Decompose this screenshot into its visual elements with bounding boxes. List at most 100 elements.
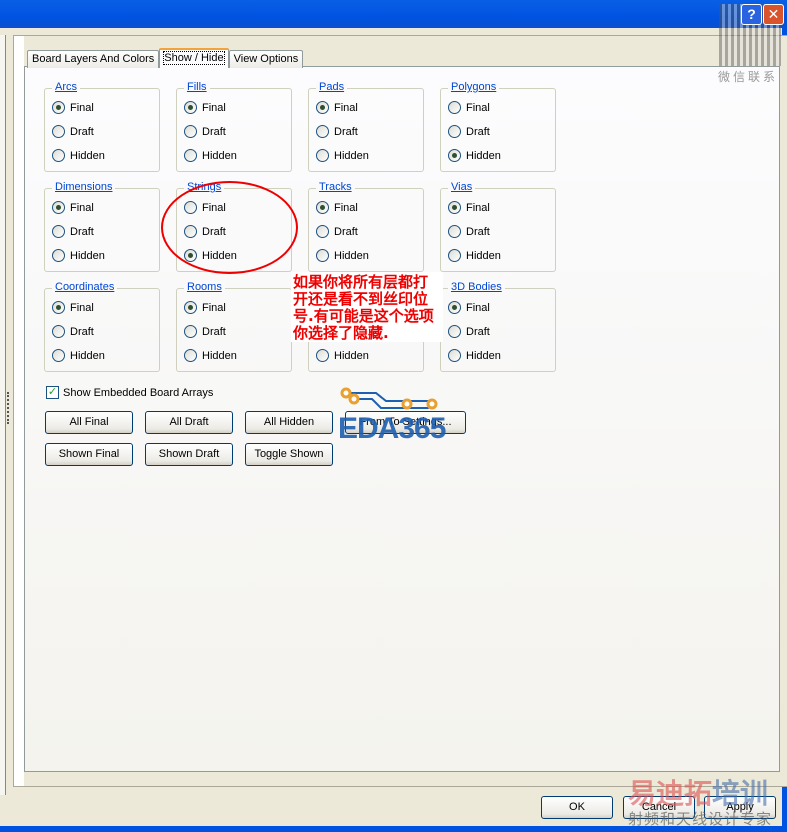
radio-draft[interactable]: Draft bbox=[448, 125, 490, 138]
radio-label: Hidden bbox=[202, 149, 237, 162]
radio-hidden[interactable]: Hidden bbox=[52, 149, 105, 162]
ok-button[interactable]: OK bbox=[541, 796, 613, 819]
radio-label: Hidden bbox=[466, 149, 501, 162]
radio-circle-icon[interactable] bbox=[52, 301, 65, 314]
radio-final[interactable]: Final bbox=[316, 201, 358, 214]
tab-board-layers[interactable]: Board Layers And Colors bbox=[27, 50, 160, 68]
radio-hidden[interactable]: Hidden bbox=[316, 249, 369, 262]
radio-label: Final bbox=[334, 101, 358, 114]
radio-circle-icon[interactable] bbox=[316, 101, 329, 114]
radio-circle-icon[interactable] bbox=[184, 349, 197, 362]
radio-final[interactable]: Final bbox=[448, 201, 490, 214]
radio-circle-icon[interactable] bbox=[448, 325, 461, 338]
shown-final-button[interactable]: Shown Final bbox=[45, 443, 133, 466]
radio-circle-icon[interactable] bbox=[448, 225, 461, 238]
radio-circle-icon[interactable] bbox=[316, 225, 329, 238]
group-title: Vias bbox=[448, 181, 476, 193]
radio-circle-icon[interactable] bbox=[184, 149, 197, 162]
radio-final[interactable]: Final bbox=[52, 301, 94, 314]
radio-final[interactable]: Final bbox=[448, 101, 490, 114]
radio-label: Final bbox=[466, 101, 490, 114]
radio-circle-icon[interactable] bbox=[52, 201, 65, 214]
splitter-grip[interactable] bbox=[7, 392, 10, 424]
radio-circle-icon[interactable] bbox=[52, 249, 65, 262]
radio-label: Draft bbox=[70, 125, 94, 138]
radio-circle-icon[interactable] bbox=[448, 249, 461, 262]
radio-circle-icon[interactable] bbox=[52, 225, 65, 238]
group-polygons: Polygons Final Draft Hidden bbox=[440, 81, 556, 172]
radio-final[interactable]: Final bbox=[52, 201, 94, 214]
radio-circle-icon[interactable] bbox=[184, 125, 197, 138]
brand-text-2: 培训 bbox=[712, 778, 769, 809]
radio-draft[interactable]: Draft bbox=[316, 125, 358, 138]
show-embedded-arrays-checkbox[interactable]: ✓ Show Embedded Board Arrays bbox=[46, 386, 213, 399]
radio-label: Draft bbox=[466, 125, 490, 138]
group-arcs: Arcs Final Draft Hidden bbox=[44, 81, 160, 172]
red-highlight-ellipse bbox=[161, 181, 298, 274]
radio-draft[interactable]: Draft bbox=[316, 225, 358, 238]
radio-final[interactable]: Final bbox=[52, 101, 94, 114]
all-final-button[interactable]: All Final bbox=[45, 411, 133, 434]
radio-circle-icon[interactable] bbox=[448, 101, 461, 114]
radio-hidden[interactable]: Hidden bbox=[316, 149, 369, 162]
radio-label: Final bbox=[466, 201, 490, 214]
close-button[interactable]: ✕ bbox=[763, 4, 784, 25]
radio-circle-icon[interactable] bbox=[52, 349, 65, 362]
toggle-shown-button[interactable]: Toggle Shown bbox=[245, 443, 333, 466]
group-title: Dimensions bbox=[52, 181, 116, 193]
radio-hidden[interactable]: Hidden bbox=[448, 249, 501, 262]
group-coordinates: Coordinates Final Draft Hidden bbox=[44, 281, 160, 372]
annotation-text: 如果你将所有层都打开还是看不到丝印位号.有可能是这个选项你选择了隐藏. bbox=[291, 272, 443, 342]
radio-circle-icon[interactable] bbox=[316, 349, 329, 362]
radio-final[interactable]: Final bbox=[448, 301, 490, 314]
radio-circle-icon[interactable] bbox=[448, 125, 461, 138]
radio-hidden[interactable]: Hidden bbox=[448, 349, 501, 362]
radio-hidden[interactable]: Hidden bbox=[52, 349, 105, 362]
radio-draft[interactable]: Draft bbox=[184, 325, 226, 338]
radio-circle-icon[interactable] bbox=[184, 301, 197, 314]
radio-label: Hidden bbox=[334, 249, 369, 262]
radio-final[interactable]: Final bbox=[184, 301, 226, 314]
all-draft-button[interactable]: All Draft bbox=[145, 411, 233, 434]
radio-draft[interactable]: Draft bbox=[448, 325, 490, 338]
radio-draft[interactable]: Draft bbox=[52, 225, 94, 238]
radio-circle-icon[interactable] bbox=[316, 249, 329, 262]
radio-draft[interactable]: Draft bbox=[52, 325, 94, 338]
radio-circle-icon[interactable] bbox=[184, 101, 197, 114]
tab-show-hide[interactable]: Show / Hide bbox=[159, 48, 229, 68]
radio-draft[interactable]: Draft bbox=[448, 225, 490, 238]
radio-hidden[interactable]: Hidden bbox=[316, 349, 369, 362]
radio-circle-icon[interactable] bbox=[448, 349, 461, 362]
radio-hidden[interactable]: Hidden bbox=[448, 149, 501, 162]
group-title: Fills bbox=[184, 81, 210, 93]
radio-circle-icon[interactable] bbox=[448, 201, 461, 214]
radio-label: Hidden bbox=[466, 349, 501, 362]
radio-final[interactable]: Final bbox=[184, 101, 226, 114]
all-hidden-button[interactable]: All Hidden bbox=[245, 411, 333, 434]
radio-circle-icon[interactable] bbox=[52, 101, 65, 114]
radio-circle-icon[interactable] bbox=[316, 125, 329, 138]
radio-circle-icon[interactable] bbox=[52, 125, 65, 138]
radio-label: Final bbox=[202, 101, 226, 114]
tab-view-options[interactable]: View Options bbox=[228, 50, 304, 68]
radio-draft[interactable]: Draft bbox=[184, 125, 226, 138]
radio-circle-icon[interactable] bbox=[316, 149, 329, 162]
radio-circle-icon[interactable] bbox=[52, 149, 65, 162]
radio-circle-icon[interactable] bbox=[184, 325, 197, 338]
radio-circle-icon[interactable] bbox=[52, 325, 65, 338]
shown-draft-button[interactable]: Shown Draft bbox=[145, 443, 233, 466]
radio-hidden[interactable]: Hidden bbox=[184, 149, 237, 162]
radio-final[interactable]: Final bbox=[316, 101, 358, 114]
radio-label: Hidden bbox=[70, 249, 105, 262]
help-button[interactable]: ? bbox=[741, 4, 762, 25]
radio-hidden[interactable]: Hidden bbox=[52, 249, 105, 262]
radio-hidden[interactable]: Hidden bbox=[184, 349, 237, 362]
tab-label: Show / Hide bbox=[163, 51, 225, 65]
group-title: Rooms bbox=[184, 281, 225, 293]
radio-circle-icon[interactable] bbox=[448, 149, 461, 162]
radio-circle-icon[interactable] bbox=[448, 301, 461, 314]
checkbox-box[interactable]: ✓ bbox=[46, 386, 59, 399]
radio-draft[interactable]: Draft bbox=[52, 125, 94, 138]
brand-text: 易迪拓 bbox=[628, 778, 713, 809]
radio-circle-icon[interactable] bbox=[316, 201, 329, 214]
